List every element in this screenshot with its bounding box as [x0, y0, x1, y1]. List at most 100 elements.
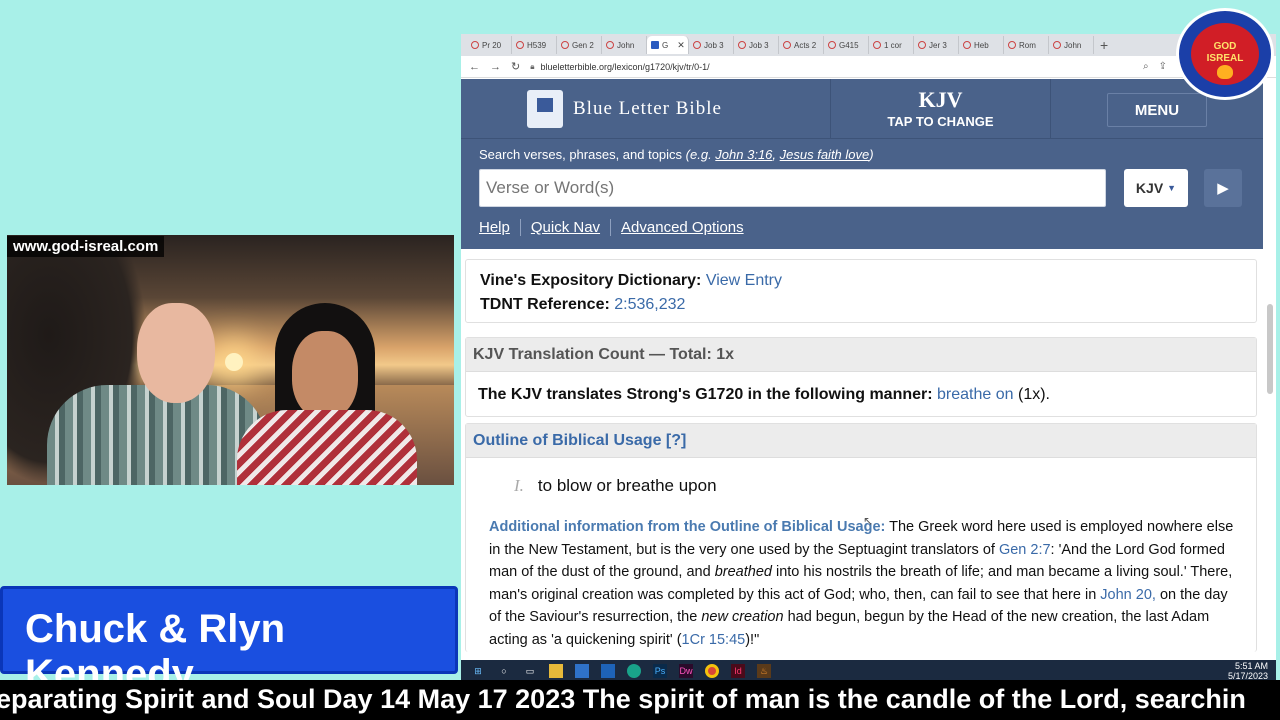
new-tab-icon[interactable]: +: [1100, 37, 1108, 53]
version-select[interactable]: KJV ▼: [1124, 169, 1188, 207]
help-link[interactable]: Help: [479, 219, 521, 236]
outline-number: I.: [514, 476, 524, 495]
browser-tab[interactable]: Heb: [959, 36, 1004, 54]
outline-heading[interactable]: Outline of Biblical Usage [?]: [466, 424, 1256, 458]
breathe-on-link[interactable]: breathe on: [937, 386, 1014, 403]
tab-favicon-icon: [651, 41, 659, 49]
tab-favicon-icon: [471, 41, 479, 49]
webcam-video: [7, 235, 454, 485]
sun: [225, 353, 243, 371]
tap-to-change-label: TAP TO CHANGE: [887, 114, 994, 129]
website-overlay: www.god-isreal.com: [7, 236, 165, 257]
browser-tab[interactable]: Rom: [1004, 36, 1049, 54]
tab-strip: Pr 20 H539 Gen 2 John G ✕ Job 3 Job 3 Act…: [461, 34, 1276, 56]
edge-icon[interactable]: [627, 664, 641, 678]
forward-icon[interactable]: →: [490, 61, 501, 73]
ticker-text: eparating Spirit and Soul Day 14 May 17 …: [0, 684, 1246, 714]
browser-tab-active[interactable]: G ✕: [647, 36, 689, 54]
mouse-pointer-icon: ↖: [863, 514, 874, 528]
reload-icon[interactable]: ↻: [511, 60, 520, 73]
man-shirt: [47, 385, 267, 485]
quick-nav-link[interactable]: Quick Nav: [531, 219, 612, 236]
additional-info-heading: Additional information from the Outline …: [489, 519, 886, 535]
tab-favicon-icon: [516, 41, 524, 49]
back-icon[interactable]: ←: [469, 61, 480, 73]
blb-logo[interactable]: Blue Letter Bible: [461, 79, 831, 138]
browser-tab[interactable]: Jer 3: [914, 36, 959, 54]
tab-favicon-icon: [918, 41, 926, 49]
additional-info: Additional information from the Outline …: [489, 519, 1234, 648]
news-ticker: eparating Spirit and Soul Day 14 May 17 …: [0, 680, 1280, 720]
photoshop-icon[interactable]: Ps: [653, 664, 667, 678]
browser-tab[interactable]: Acts 2: [779, 36, 824, 54]
caret-down-icon: ▼: [1167, 183, 1177, 193]
outline-item: I. to blow or breathe upon: [466, 458, 1256, 496]
flame-icon: [1217, 65, 1233, 79]
url-field[interactable]: blueletterbible.org/lexicon/g1720/kjv/tr…: [540, 62, 709, 72]
version-switcher[interactable]: KJV TAP TO CHANGE: [831, 79, 1051, 138]
tab-favicon-icon: [873, 41, 881, 49]
translation-count-heading: KJV Translation Count — Total: 1x: [466, 338, 1256, 372]
search-hint: Search verses, phrases, and topics (e.g.…: [479, 147, 874, 162]
browser-tab[interactable]: Job 3: [734, 36, 779, 54]
tab-favicon-icon: [693, 41, 701, 49]
browser-tab[interactable]: 1 cor: [869, 36, 914, 54]
menu-button[interactable]: MENU: [1107, 93, 1207, 127]
vines-label: Vine's Expository Dictionary:: [480, 272, 702, 289]
example-link[interactable]: John 3:16: [715, 147, 772, 162]
tdnt-link[interactable]: 2:536,232: [614, 296, 685, 313]
share-icon[interactable]: ⇪: [1159, 61, 1167, 72]
tab-favicon-icon: [738, 41, 746, 49]
store-icon[interactable]: [575, 664, 589, 678]
outline-card: Outline of Biblical Usage [?] I. to blow…: [465, 423, 1257, 652]
browser-window: Pr 20 H539 Gen 2 John G ✕ Job 3 Job 3 Act…: [461, 34, 1276, 660]
zoom-icon[interactable]: ⌕: [1143, 61, 1149, 72]
ministry-logo: GOD ISREAL: [1176, 8, 1274, 100]
advanced-options-link[interactable]: Advanced Options: [621, 219, 754, 236]
tab-favicon-icon: [606, 41, 614, 49]
browser-tab[interactable]: John: [602, 36, 647, 54]
task-view-icon[interactable]: ▭: [523, 664, 537, 678]
lock-icon[interactable]: 🔒︎: [530, 62, 534, 72]
woman-face: [292, 331, 358, 419]
chrome-icon[interactable]: [705, 664, 719, 678]
windows-start-icon[interactable]: ⊞: [471, 664, 485, 678]
site-title: Blue Letter Bible: [573, 97, 722, 119]
browser-tab[interactable]: Pr 20: [467, 36, 512, 54]
address-bar: ← → ↻ 🔒︎ blueletterbible.org/lexicon/g17…: [461, 56, 1276, 78]
close-tab-icon[interactable]: ✕: [677, 40, 685, 51]
browser-tab[interactable]: John: [1049, 36, 1094, 54]
indesign-icon[interactable]: Id: [731, 664, 745, 678]
file-explorer-icon[interactable]: [549, 664, 563, 678]
translation-count-card: KJV Translation Count — Total: 1x The KJ…: [465, 337, 1257, 417]
name-banner: Chuck & Rlyn Kennedy: [0, 586, 458, 696]
search-submit-button[interactable]: ▶: [1204, 169, 1242, 207]
gen-2-7-link[interactable]: Gen 2:7: [999, 542, 1051, 558]
tab-favicon-icon: [783, 41, 791, 49]
play-arrow-icon: ▶: [1217, 180, 1229, 197]
browser-tab[interactable]: Job 3: [689, 36, 734, 54]
translates-text: The KJV translates Strong's G1720 in the…: [478, 386, 933, 403]
example-link[interactable]: Jesus faith love: [780, 147, 870, 162]
tab-favicon-icon: [1053, 41, 1061, 49]
browser-tab[interactable]: G415: [824, 36, 869, 54]
reference-card: Vine's Expository Dictionary: View Entry…: [465, 259, 1257, 323]
tab-favicon-icon: [828, 41, 836, 49]
dreamweaver-icon[interactable]: Dw: [679, 664, 693, 678]
outline-text: to blow or breathe upon: [537, 476, 717, 495]
system-clock[interactable]: 5:51 AM 5/17/2023: [1228, 661, 1268, 681]
browser-tab[interactable]: H539: [512, 36, 557, 54]
vines-link[interactable]: View Entry: [706, 272, 782, 289]
windows-taskbar: ⊞ ○ ▭ Ps Dw Id ♨ 5:51 AM 5/17/2023: [461, 660, 1276, 682]
1cr-15-45-link[interactable]: 1Cr 15:45: [682, 632, 746, 648]
woman-top: [237, 410, 417, 485]
bible-book-icon: [527, 89, 563, 128]
tab-favicon-icon: [561, 41, 569, 49]
browser-tab[interactable]: Gen 2: [557, 36, 602, 54]
john-20-link[interactable]: John 20,: [1100, 587, 1156, 603]
app-icon[interactable]: ♨: [757, 664, 771, 678]
mail-icon[interactable]: [601, 664, 615, 678]
page-scrollbar[interactable]: [1267, 304, 1273, 394]
search-icon[interactable]: ○: [497, 664, 511, 678]
search-input[interactable]: [479, 169, 1106, 207]
